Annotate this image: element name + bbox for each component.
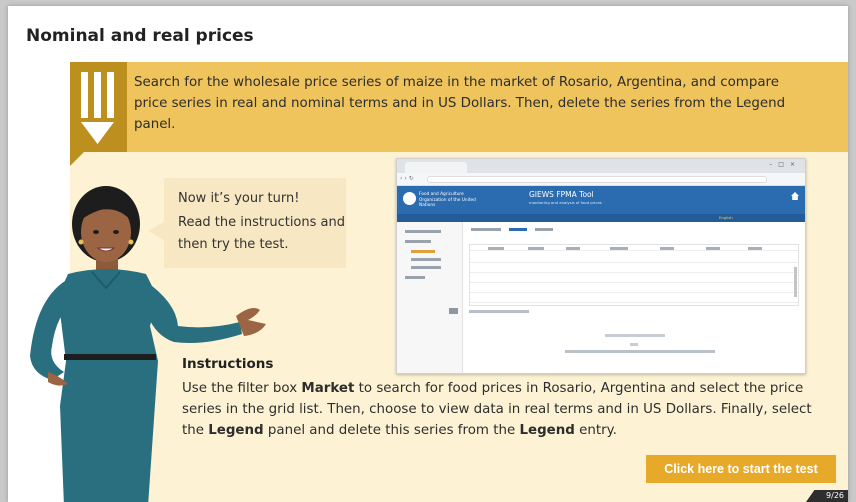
bubble-line-2: Read the instructions and then try the t… [178,215,345,252]
grid-row [470,287,798,293]
instructions-heading: Instructions [182,356,274,372]
slide: Nominal and real prices Search for the w… [8,6,848,502]
grid-pager [469,310,529,313]
app-tab [471,228,501,231]
price-grid [469,244,799,306]
app-header: Food and Agriculture Organization of the… [397,186,805,214]
grid-cell [706,247,720,250]
app-title: GIEWS FPMA Tool [529,190,594,199]
url-field [427,176,767,183]
instructions-part: entry. [574,423,617,438]
home-icon [791,192,799,200]
instructions-bold: Legend [519,423,575,438]
instructions-text: Use the filter box Market to search for … [182,378,822,441]
grid-cell [566,247,580,250]
app-subtitle: monitoring and analysis of food prices [529,200,602,205]
language-bar: English [397,214,805,222]
instructions-part: Use the filter box [182,381,302,396]
sidebar-line [405,230,441,233]
browser-tab-bar: –□× [397,159,805,173]
slide-title: Nominal and real prices [26,26,254,46]
chart-placeholder-icon [630,343,638,346]
app-sidebar [397,222,463,373]
instructions-bold: Market [301,381,355,396]
bubble-line-1: Now it’s your turn! [178,191,300,206]
browser-tab [405,162,467,173]
grid-scrollbar [794,267,797,297]
sidebar-line [405,276,425,279]
pencil-icon [81,72,114,144]
task-description: Search for the wholesale price series of… [134,75,786,132]
language-english: English [719,215,733,220]
grid-row [470,267,798,273]
sidebar-button [449,308,458,314]
instructions-part: panel and delete this series from the [263,423,520,438]
app-tab [535,228,553,231]
speech-bubble: Now it’s your turn! Read the instruction… [164,178,346,268]
grid-cell [748,247,762,250]
org-name: Food and Agriculture Organization of the… [419,192,476,208]
window-controls: –□× [769,161,801,168]
browser-address-bar: ‹›↻ [397,173,805,186]
app-body [397,222,805,373]
app-tab [509,228,527,231]
sidebar-line [411,266,441,269]
grid-row [470,277,798,283]
app-screenshot: –□× ‹›↻ Food and Agriculture Organizatio… [396,158,806,374]
grid-cell [488,247,504,250]
pencil-badge-tail [70,152,84,166]
grid-cell [528,247,544,250]
grid-row [470,297,798,303]
fao-logo [403,192,416,205]
sidebar-line [405,240,431,243]
speech-bubble-tail [148,222,164,240]
grid-header-row [470,245,798,251]
chart-placeholder-title [605,334,665,337]
chart-placeholder-text [565,350,715,353]
sidebar-line [411,258,441,261]
grid-row [470,257,798,263]
browser-nav-icons: ‹›↻ [400,175,416,182]
start-test-button[interactable]: Click here to start the test [646,455,836,483]
instructions-bold: Legend [208,423,264,438]
sidebar-line [411,250,435,253]
grid-cell [660,247,674,250]
app-main [465,222,805,373]
grid-cell [610,247,628,250]
